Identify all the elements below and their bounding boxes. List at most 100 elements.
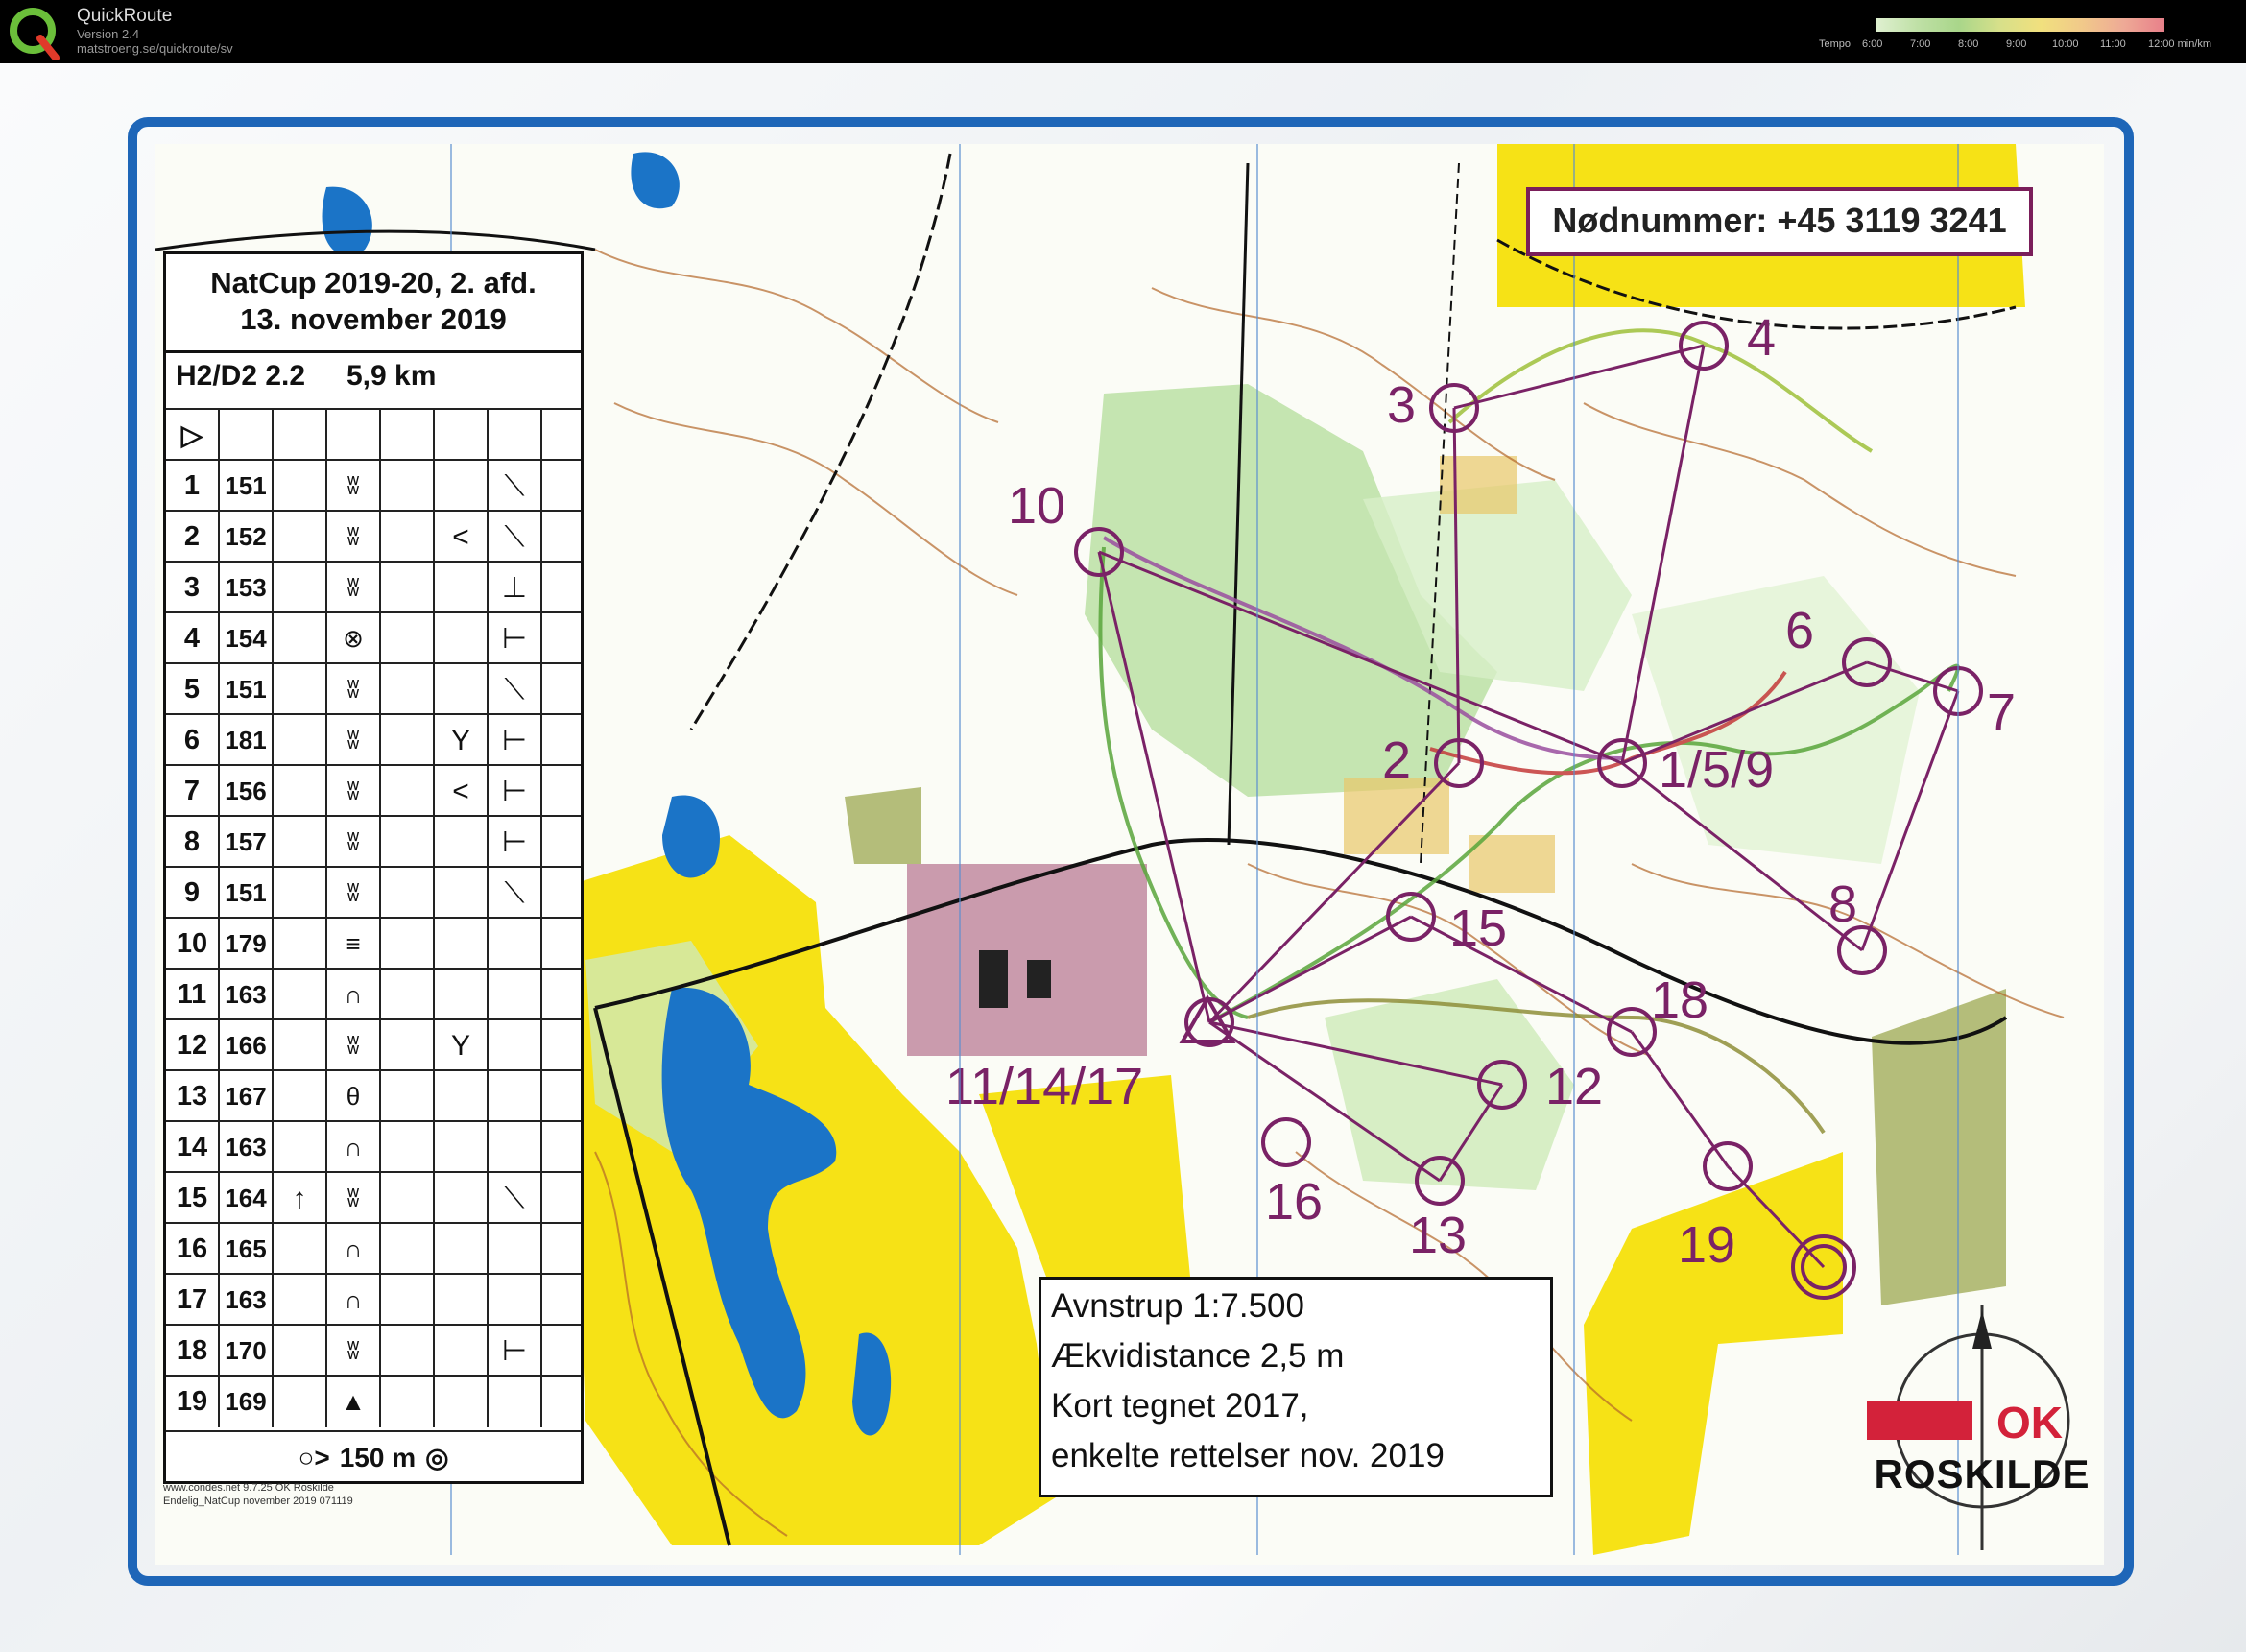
feature-symbol-icon: ʬ (327, 1020, 381, 1071)
feature-symbol-icon: ∩ (327, 1275, 381, 1326)
control-number: 16 (166, 1224, 220, 1275)
feature-symbol-icon: ∩ (327, 1122, 381, 1173)
location-symbol-icon: ⊢ (489, 766, 542, 817)
control-code: 163 (220, 1122, 274, 1173)
control-label: 15 (1449, 899, 1507, 957)
tempo-tick: 6:00 (1862, 38, 1883, 50)
detail-symbol-icon: Y (435, 1020, 489, 1071)
control-number: 12 (166, 1020, 220, 1071)
control-row: 10 179 ≡ (166, 917, 581, 970)
control-code: 157 (220, 817, 274, 868)
control-number: 17 (166, 1275, 220, 1326)
control-number: 7 (166, 766, 220, 817)
detail-symbol-icon (435, 817, 489, 868)
detail-symbol-icon (435, 1326, 489, 1377)
control-number: 9 (166, 868, 220, 919)
control-number: 19 (166, 1377, 220, 1427)
control-row: 3 153 ʬ ⊥ (166, 561, 581, 613)
detail-symbol-icon: < (435, 512, 489, 563)
control-code: 151 (220, 868, 274, 919)
feature-symbol-icon: ʬ (327, 817, 381, 868)
location-symbol-icon (489, 1122, 542, 1173)
control-code: 156 (220, 766, 274, 817)
location-symbol-icon (489, 919, 542, 970)
map-copyright: www.condes.net 9.7.25 OK Roskilde (163, 1482, 334, 1494)
control-code: 164 (220, 1173, 274, 1224)
settlement-area (845, 787, 921, 864)
start-triangle-icon: ▷ (166, 410, 220, 461)
feature-symbol-icon: ⊗ (327, 613, 381, 664)
hatched-area (1469, 835, 1555, 893)
logo-ok-text: OK (1996, 1398, 2063, 1448)
course-class: H2/D2 2.2 (176, 360, 306, 392)
feature-symbol-icon: ʬ (327, 512, 381, 563)
control-code: 167 (220, 1071, 274, 1122)
course-length: 5,9 km (346, 360, 437, 392)
control-row: 17 163 ∩ (166, 1273, 581, 1326)
location-symbol-icon: ⟍ (489, 512, 542, 563)
tempo-tick: 7:00 (1910, 38, 1931, 50)
detail-symbol-icon (435, 613, 489, 664)
control-row: 16 165 ∩ (166, 1222, 581, 1275)
detail-symbol-icon (435, 919, 489, 970)
contour-interval: Ækvidistance 2,5 m (1051, 1337, 1345, 1375)
location-symbol-icon: ⟍ (489, 1173, 542, 1224)
settlement-area (1872, 989, 2006, 1305)
feature-symbol-icon: ʬ (327, 1326, 381, 1377)
tempo-unit: min/km (2177, 38, 2212, 50)
control-code: 152 (220, 512, 274, 563)
control-row: 12 166 ʬ Y (166, 1018, 581, 1071)
feature-symbol-icon: θ (327, 1071, 381, 1122)
control-row: 8 157 ʬ ⊢ (166, 815, 581, 868)
title-bar: QuickRoute Version 2.4 matstroeng.se/qui… (0, 0, 2246, 63)
north-arrow-icon (1972, 1310, 1992, 1349)
building (1027, 960, 1051, 998)
control-code: 169 (220, 1377, 274, 1427)
control-row: ▷ (166, 408, 581, 461)
feature-symbol-icon: ∩ (327, 1224, 381, 1275)
feature-symbol-icon: ʬ (327, 563, 381, 613)
control-number: 13 (166, 1071, 220, 1122)
feature-symbol-icon: ʬ (327, 868, 381, 919)
detail-symbol-icon (435, 1071, 489, 1122)
emergency-number-box: Nødnummer: +45 3119 3241 (1526, 187, 2033, 256)
control-row: 6 181 ʬ Y ⊢ (166, 713, 581, 766)
control-code: 151 (220, 461, 274, 512)
detail-symbol-icon (435, 1275, 489, 1326)
detail-symbol-icon (435, 1377, 489, 1427)
divider (166, 350, 581, 353)
event-date: 13. november 2019 (240, 302, 507, 336)
control-label: 16 (1265, 1173, 1323, 1231)
location-symbol-icon (489, 1377, 542, 1427)
control-number: 2 (166, 512, 220, 563)
control-label: 10 (1008, 477, 1065, 535)
control-label: 8 (1828, 875, 1857, 933)
detail-symbol-icon (435, 664, 489, 715)
club-name: ROSKILDE (1874, 1451, 2091, 1496)
control-number: 1 (166, 461, 220, 512)
control-number: 6 (166, 715, 220, 766)
control-row: 15 164 ↑ ʬ ⟍ (166, 1171, 581, 1224)
control-number: 11 (166, 970, 220, 1020)
control-row: 5 151 ʬ ⟍ (166, 662, 581, 715)
map-drawn-note: Kort tegnet 2017, (1051, 1387, 1309, 1425)
location-symbol-icon (489, 1071, 542, 1122)
tempo-label: Tempo (1819, 38, 1852, 50)
control-label: 1/5/9 (1659, 741, 1774, 799)
detail-symbol-icon (435, 461, 489, 512)
location-symbol-icon: ⊢ (489, 715, 542, 766)
location-symbol-icon: ⟍ (489, 868, 542, 919)
detail-symbol-icon: Y (435, 715, 489, 766)
control-code: 181 (220, 715, 274, 766)
control-number: 4 (166, 613, 220, 664)
control-number: 18 (166, 1326, 220, 1377)
location-symbol-icon (489, 1224, 542, 1275)
feature-symbol-icon: ʬ (327, 1173, 381, 1224)
control-number: 5 (166, 664, 220, 715)
app-url: matstroeng.se/quickroute/sv (77, 41, 233, 56)
control-number: 8 (166, 817, 220, 868)
control-row: 4 154 ⊗ ⊢ (166, 611, 581, 664)
detail-symbol-icon (435, 1224, 489, 1275)
event-title: NatCup 2019-20, 2. afd. (210, 266, 537, 299)
control-code: 165 (220, 1224, 274, 1275)
